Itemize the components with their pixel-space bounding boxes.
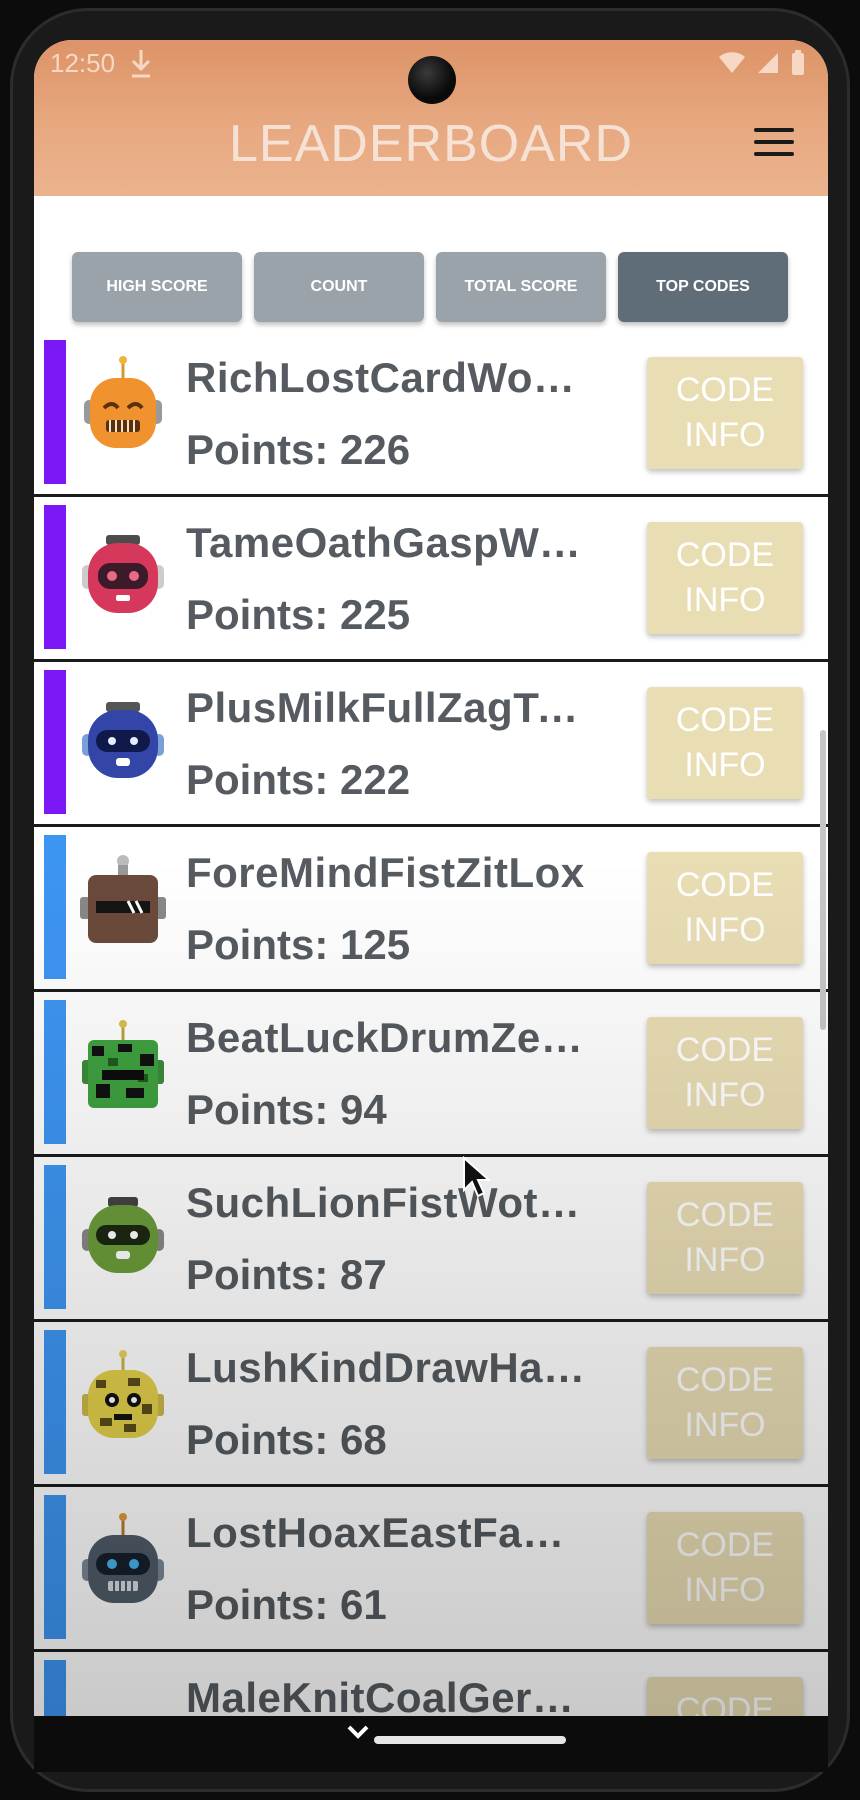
list-item: RichLostCardWokSad Points: 226 CODE INFO [34, 332, 828, 497]
button-label-line1: CODE [675, 1031, 775, 1069]
wifi-icon [719, 52, 745, 73]
tier-bar [44, 1000, 66, 1144]
button-label-line2: INFO [684, 1571, 766, 1609]
code-info-button[interactable]: CODE INFO [647, 357, 803, 469]
code-info-button[interactable]: CODE INFO [647, 1677, 803, 1720]
tier-bar [44, 340, 66, 484]
code-info-button[interactable]: CODE INFO [647, 1347, 803, 1459]
player-points: Points: 94 [186, 1086, 387, 1133]
player-name: ForeMindFistZitLox [186, 849, 585, 896]
yellow-camo-robot-icon [78, 1344, 168, 1454]
list-item: MaleKnitCoalGermZ… CODE INFO [34, 1652, 828, 1720]
status-icons [718, 50, 806, 76]
player-name: TameOathGaspWosLie [186, 519, 586, 566]
green-robot-icon [78, 1179, 168, 1289]
app-screen: 12:50 LEADERBOARD HIGH SCORE COUNT TOTAL… [34, 40, 828, 1720]
button-label-line1: CODE [675, 1196, 775, 1234]
status-time: 12:50 [50, 48, 116, 78]
button-label-line2: INFO [684, 1076, 766, 1114]
front-camera [408, 56, 456, 104]
player-points: Points: 125 [186, 921, 411, 968]
code-info-button[interactable]: CODE INFO [647, 852, 803, 964]
player-name: BeatLuckDrumZenSa… [186, 1014, 586, 1061]
tier-bar [44, 1165, 66, 1309]
player-name: RichLostCardWokSad [186, 354, 586, 401]
player-points: Points: 222 [186, 756, 411, 803]
tier-bar [44, 1495, 66, 1639]
code-info-button[interactable]: CODE INFO [647, 1182, 803, 1294]
tab-high-score[interactable]: HIGH SCORE [72, 252, 242, 322]
button-label-line2: INFO [684, 1406, 766, 1444]
brown-robot-icon [78, 849, 168, 959]
button-label-line1: CODE [675, 536, 775, 574]
button-label-line1: CODE [675, 701, 775, 739]
list-item: SuchLionFistWotThen Points: 87 CODE INFO [34, 1157, 828, 1322]
code-info-button[interactable]: CODE INFO [647, 522, 803, 634]
button-label-line1: CODE [675, 1526, 775, 1564]
list-item: PlusMilkFullZagTomb Points: 222 CODE INF… [34, 662, 828, 827]
home-gesture-handle[interactable] [374, 1736, 566, 1744]
code-info-button[interactable]: CODE INFO [647, 1512, 803, 1624]
tier-bar [44, 505, 66, 649]
orange-robot-icon [78, 1674, 168, 1720]
scrollbar[interactable] [820, 730, 826, 1030]
tier-bar [44, 1330, 66, 1474]
tier-bar [44, 835, 66, 979]
list-item: TameOathGaspWosLie Points: 225 CODE INFO [34, 497, 828, 662]
gray-robot-icon [78, 1509, 168, 1619]
list-item: LostHoaxEastFabTape Points: 61 CODE INFO [34, 1487, 828, 1652]
button-label-line1: CODE [675, 1361, 775, 1399]
player-points: Points: 87 [186, 1251, 387, 1298]
signal-icon [758, 53, 778, 73]
tab-top-codes[interactable]: TOP CODES [618, 252, 788, 322]
player-name: SuchLionFistWotThen [186, 1179, 586, 1226]
button-label-line1: CODE [675, 866, 775, 904]
battery-icon [792, 50, 804, 75]
player-points: Points: 68 [186, 1416, 387, 1463]
button-label-line2: INFO [684, 1241, 766, 1279]
app-bar: 12:50 LEADERBOARD [34, 40, 828, 196]
red-robot-icon [78, 519, 168, 629]
code-info-button[interactable]: CODE INFO [647, 1017, 803, 1129]
mouse-cursor-icon [462, 1155, 492, 1203]
button-label-line1: CODE [675, 371, 775, 409]
green-camo-robot-icon [78, 1014, 168, 1124]
list-item: BeatLuckDrumZenSa… Points: 94 CODE INFO [34, 992, 828, 1157]
player-points: Points: 225 [186, 591, 411, 638]
system-nav-bar [34, 1716, 828, 1772]
orange-robot-icon [78, 354, 168, 464]
player-name: LostHoaxEastFabTape [186, 1509, 586, 1556]
button-label-line2: INFO [684, 416, 766, 454]
code-info-button[interactable]: CODE INFO [647, 687, 803, 799]
tab-count[interactable]: COUNT [254, 252, 424, 322]
blue-robot-icon [78, 684, 168, 794]
leaderboard-list[interactable]: RichLostCardWokSad Points: 226 CODE INFO [34, 332, 828, 1720]
list-item: ForeMindFistZitLox Points: 125 CODE INFO [34, 827, 828, 992]
tab-total-score[interactable]: TOTAL SCORE [436, 252, 606, 322]
button-label-line2: INFO [684, 581, 766, 619]
menu-icon[interactable] [754, 128, 794, 160]
player-name: MaleKnitCoalGermZ… [186, 1674, 586, 1720]
tier-bar [44, 670, 66, 814]
player-name: PlusMilkFullZagTomb [186, 684, 586, 731]
list-item: LushKindDrawHatSny Points: 68 CODE INFO [34, 1322, 828, 1487]
button-label-line2: INFO [684, 911, 766, 949]
player-name: LushKindDrawHatSny [186, 1344, 586, 1391]
chevron-down-icon[interactable] [346, 1722, 370, 1747]
download-icon [130, 48, 152, 83]
leaderboard-tabs: HIGH SCORE COUNT TOTAL SCORE TOP CODES [34, 196, 828, 332]
button-label-line2: INFO [684, 746, 766, 784]
player-points: Points: 61 [186, 1581, 387, 1628]
page-title: LEADERBOARD [229, 115, 633, 173]
player-points: Points: 226 [186, 426, 411, 473]
tier-bar [44, 1660, 66, 1720]
